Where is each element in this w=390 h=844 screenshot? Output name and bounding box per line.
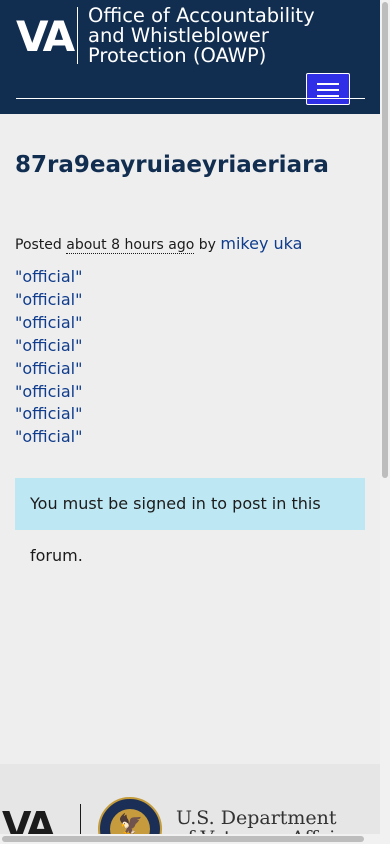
site-footer: VA 🦅 U.S. Department of Veterans Affairs [0, 764, 380, 844]
post-body-line[interactable]: "official" [15, 381, 365, 404]
office-title-line-3: Protection (OAWP) [88, 44, 267, 67]
post-body-line[interactable]: "official" [15, 403, 365, 426]
post-title: 87ra9eayruiaeyriaeriara [15, 152, 329, 178]
posted-label: Posted [15, 237, 62, 253]
va-logo[interactable]: VA [16, 14, 78, 60]
sign-in-notice: You must be signed in to post in this fo… [15, 478, 365, 565]
office-title[interactable]: Office of Accountability and Whistleblow… [88, 6, 368, 66]
horizontal-scroll-thumb[interactable] [2, 836, 364, 842]
post-body: "official" "official" "official" "offici… [15, 266, 365, 449]
post-body-line[interactable]: "official" [15, 266, 365, 289]
logo-divider [77, 7, 78, 64]
page: VA Office of Accountability and Whistleb… [0, 0, 380, 844]
post-body-line[interactable]: "official" [15, 289, 365, 312]
office-title-line-1: Office of Accountability [88, 4, 315, 27]
site-header: VA Office of Accountability and Whistleb… [0, 0, 380, 114]
menu-toggle-button[interactable] [306, 73, 350, 105]
horizontal-scrollbar[interactable] [0, 834, 380, 844]
hamburger-menu-icon [317, 83, 339, 85]
office-title-line-2: and Whistleblower [88, 24, 269, 47]
department-line-1: U.S. Department [176, 807, 337, 829]
hamburger-bar [317, 89, 339, 91]
post-body-line[interactable]: "official" [15, 312, 365, 335]
by-label: by [198, 237, 216, 253]
post-body-line[interactable]: "official" [15, 426, 365, 449]
post-time-ago: about 8 hours ago [66, 237, 195, 254]
post-body-line[interactable]: "official" [15, 335, 365, 358]
author-link[interactable]: mikey uka [220, 234, 302, 253]
hamburger-bar [317, 95, 339, 97]
vertical-scroll-thumb[interactable] [382, 2, 388, 478]
post-meta: Posted about 8 hours ago by mikey uka [15, 234, 365, 254]
vertical-scrollbar[interactable] [380, 0, 390, 844]
header-divider [16, 98, 365, 99]
post-body-line[interactable]: "official" [15, 358, 365, 381]
